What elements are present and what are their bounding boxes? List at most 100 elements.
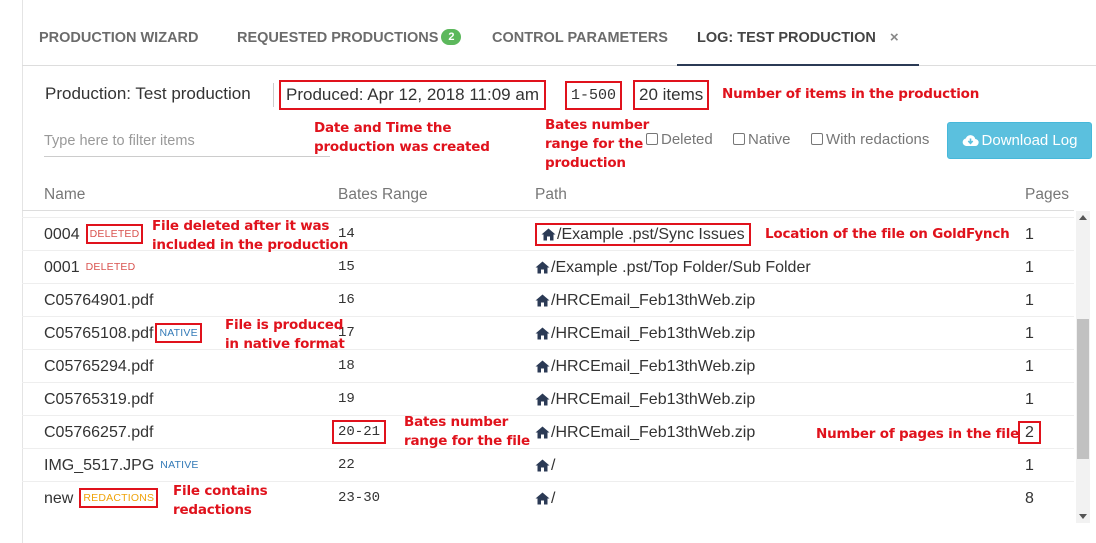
path-cell[interactable]: / [535,482,555,515]
redactions-tag: REDACTIONS [79,488,159,508]
checkbox-box[interactable] [811,133,823,145]
path-cell[interactable]: /HRCEmail_Feb13thWeb.zip [535,350,755,383]
annotation-deleted: File deleted after it was included in th… [152,218,349,253]
table-row[interactable]: C05765108.pdf NATIVE 17 /HRCEmail_Feb13th… [22,316,1074,349]
native-tag: NATIVE [160,459,199,471]
column-header-name[interactable]: Name [44,186,85,204]
tab-production-wizard[interactable]: PRODUCTION WIZARD [39,14,199,66]
path-text: /HRCEmail_Feb13thWeb.zip [551,391,756,408]
file-name: 0004 [44,226,80,243]
path-cell[interactable]: /HRCEmail_Feb13thWeb.zip [535,317,755,350]
path-text: /HRCEmail_Feb13thWeb.zip [551,358,756,375]
home-icon [535,294,550,307]
file-name-cell: new REDACTIONS [44,482,159,515]
path-text: /Example .pst/Sync Issues [557,226,745,243]
tab-label: REQUESTED PRODUCTIONS [237,30,439,46]
file-name-cell: C05766257.pdf [44,416,153,449]
tab-label: CONTROL PARAMETERS [492,30,668,46]
cloud-download-icon [962,135,979,147]
scroll-down-icon[interactable] [1079,514,1087,519]
column-header-bates[interactable]: Bates Range [338,186,428,204]
produced-date: Produced: Apr 12, 2018 11:09 am [279,80,546,110]
file-name: new [44,490,74,507]
table-scrollbar[interactable] [1076,211,1090,523]
path-text: /HRCEmail_Feb13thWeb.zip [551,292,756,309]
bates-cell: 15 [338,259,355,275]
bates-cell: 16 [338,292,355,308]
tab-bar: PRODUCTION WIZARD REQUESTED PRODUCTIONS 2… [22,14,1096,66]
button-label: Download Log [981,132,1078,149]
pages-cell: 1 [1025,226,1034,243]
pages-cell: 1 [1025,259,1034,276]
tab-requested-productions[interactable]: REQUESTED PRODUCTIONS 2 [237,14,462,66]
table-row[interactable]: IMG_5517.JPG NATIVE 22 / 1 [22,448,1074,481]
file-name: C05764901.pdf [44,292,154,309]
production-bates-range: 1-500 [565,81,623,110]
path-box: /Example .pst/Sync Issues [535,223,751,246]
annotation-items: Number of items in the production [722,86,980,102]
column-header-pages[interactable]: Pages [1025,186,1069,204]
file-name: IMG_5517.JPG [44,457,155,474]
pages-cell: 1 [1025,325,1034,342]
deleted-tag: DELETED [85,224,144,244]
path-text: / [551,457,556,474]
checkbox-box[interactable] [733,133,745,145]
column-header-path[interactable]: Path [535,186,567,204]
checkbox-deleted[interactable]: Deleted [646,131,713,148]
home-icon [535,393,550,406]
path-text: / [551,490,556,507]
tab-control-parameters[interactable]: CONTROL PARAMETERS [492,14,668,66]
tab-label: LOG: TEST PRODUCTION [697,30,876,46]
divider [273,83,274,107]
path-cell[interactable]: /Example .pst/Sync Issues [535,218,751,251]
annotation-pages: Number of pages in the file [816,426,1020,442]
scroll-thumb[interactable] [1077,319,1089,459]
annotation-redactions: File contains redactions [173,483,268,518]
table-row[interactable]: C05764901.pdf 16 /HRCEmail_Feb13thWeb.zi… [22,283,1074,316]
home-icon [535,360,550,373]
home-icon [535,426,550,439]
tab-log-test-production[interactable]: LOG: TEST PRODUCTION × [677,14,919,66]
path-cell[interactable]: /Example .pst/Top Folder/Sub Folder [535,251,811,284]
home-icon [535,327,550,340]
path-cell[interactable]: /HRCEmail_Feb13thWeb.zip [535,383,755,416]
table-row[interactable]: C05765319.pdf 19 /HRCEmail_Feb13thWeb.zi… [22,382,1074,415]
annotation-bates: Bates number range for the production [545,117,650,171]
bates-box: 20-21 [332,420,387,444]
production-item-count: 20 items [633,80,710,110]
checkbox-label: Native [748,131,791,148]
bates-cell: 18 [338,358,355,374]
bates-cell: 23-30 [338,490,381,506]
checkbox-label: With redactions [826,131,930,148]
production-name: Production: Test production [45,84,251,103]
annotation-date: Date and Time the production was created [314,120,490,155]
file-name: C05765108.pdf [44,325,154,342]
annotation-file-bates: Bates number range for the file [404,414,531,449]
pages-cell: 1 [1025,391,1034,408]
file-name-cell: C05765319.pdf [44,383,153,416]
file-name: C05765294.pdf [44,358,154,375]
download-log-button[interactable]: Download Log [947,122,1092,159]
checkbox-with-redactions[interactable]: With redactions [811,131,929,148]
bates-cell: 19 [338,391,355,407]
annotation-location: Location of the file on GoldFynch [765,226,1010,242]
home-icon [541,228,556,241]
path-cell[interactable]: /HRCEmail_Feb13thWeb.zip [535,416,755,449]
file-name-cell: 0004 DELETED [44,218,144,251]
scroll-up-icon[interactable] [1079,215,1087,220]
close-icon[interactable]: × [890,29,899,46]
path-cell[interactable]: / [535,449,555,482]
native-tag: NATIVE [155,323,202,343]
file-name: C05765319.pdf [44,391,154,408]
deleted-tag: DELETED [85,261,136,273]
checkbox-label: Deleted [661,131,713,148]
bates-cell: 20-21 [332,416,387,449]
path-cell[interactable]: /HRCEmail_Feb13thWeb.zip [535,284,755,317]
pages-cell: 1 [1025,292,1034,309]
table-row[interactable]: C05765294.pdf 18 /HRCEmail_Feb13thWeb.zi… [22,349,1074,382]
pages-box: 2 [1018,421,1041,444]
pages-cell: 1 [1025,358,1034,375]
checkbox-native[interactable]: Native [733,131,791,148]
file-name-cell: C05765294.pdf [44,350,153,383]
filter-input[interactable] [44,125,330,157]
